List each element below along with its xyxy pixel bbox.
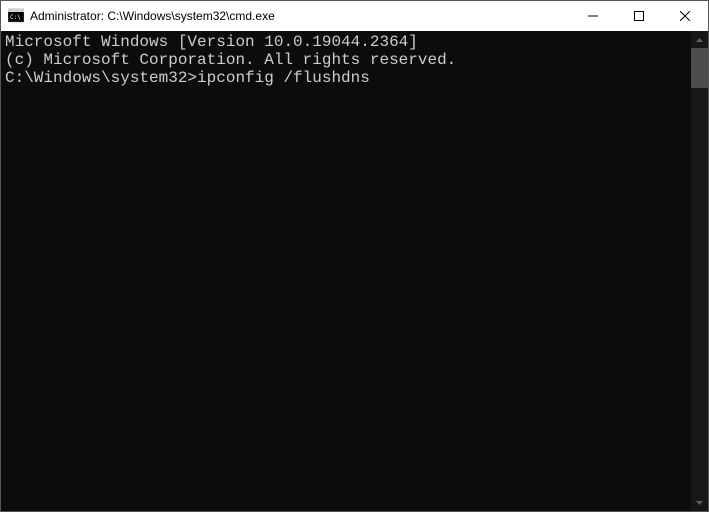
terminal-command: ipconfig /flushdns	[197, 69, 370, 87]
cmd-window: C:\ Administrator: C:\Windows\system32\c…	[0, 0, 709, 512]
maximize-icon	[634, 11, 644, 21]
terminal-output-line: (c) Microsoft Corporation. All rights re…	[5, 51, 687, 69]
terminal-output-line: Microsoft Windows [Version 10.0.19044.23…	[5, 33, 687, 51]
maximize-button[interactable]	[616, 1, 662, 31]
scrollbar-down-arrow[interactable]	[691, 494, 708, 511]
close-icon	[680, 11, 690, 21]
titlebar[interactable]: C:\ Administrator: C:\Windows\system32\c…	[1, 1, 708, 31]
svg-text:C:\: C:\	[10, 14, 21, 21]
minimize-button[interactable]	[570, 1, 616, 31]
minimize-icon	[588, 11, 598, 21]
window-title: Administrator: C:\Windows\system32\cmd.e…	[30, 9, 570, 23]
scrollbar-track[interactable]	[691, 48, 708, 494]
terminal-content[interactable]: Microsoft Windows [Version 10.0.19044.23…	[1, 31, 691, 511]
chevron-down-icon	[696, 501, 703, 505]
vertical-scrollbar[interactable]	[691, 31, 708, 511]
scrollbar-up-arrow[interactable]	[691, 31, 708, 48]
scrollbar-thumb[interactable]	[691, 48, 708, 88]
close-button[interactable]	[662, 1, 708, 31]
terminal-area: Microsoft Windows [Version 10.0.19044.23…	[1, 31, 708, 511]
chevron-up-icon	[696, 38, 703, 42]
terminal-prompt: C:\Windows\system32>	[5, 69, 197, 87]
titlebar-controls	[570, 1, 708, 31]
cmd-icon: C:\	[8, 8, 24, 24]
